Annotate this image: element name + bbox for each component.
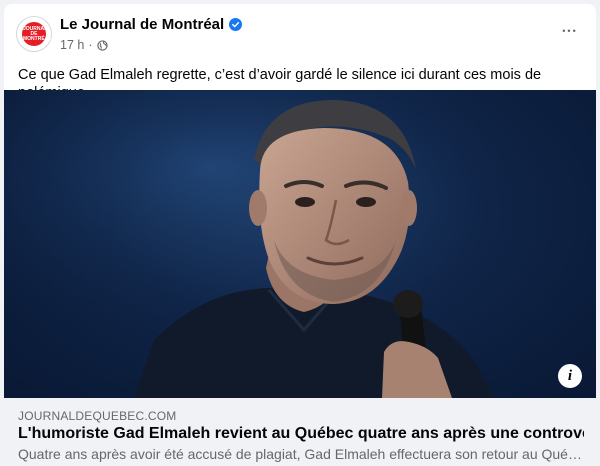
more-options-label: •••	[562, 26, 578, 36]
avatar[interactable]: JOURNAL DE MONTRÉAL	[16, 16, 52, 52]
link-domain: JOURNALDEQUEBEC.COM	[18, 409, 177, 423]
link-description: Quatre ans après avoir été accusé de pla…	[18, 446, 584, 462]
info-icon[interactable]: i	[558, 364, 582, 388]
post-card: JOURNAL DE MONTRÉAL Le Journal de Montré…	[4, 4, 596, 466]
portrait-illustration	[4, 90, 596, 398]
post-header: JOURNAL DE MONTRÉAL Le Journal de Montré…	[4, 4, 596, 60]
avatar-text: JOURNAL DE MONTRÉAL	[23, 25, 52, 42]
link-preview[interactable]: JOURNALDEQUEBEC.COM L'humoriste Gad Elma…	[4, 398, 596, 466]
more-options-icon[interactable]: •••	[558, 22, 582, 40]
avatar-logo: JOURNAL DE MONTRÉAL	[22, 22, 52, 46]
post-meta: 17 h ·	[60, 38, 108, 52]
verified-badge-icon	[229, 18, 243, 31]
info-label: i	[567, 367, 573, 384]
globe-icon[interactable]	[96, 39, 108, 51]
page-name-link[interactable]: Le Journal de Montréal	[60, 16, 224, 33]
post-timestamp[interactable]: 17 h	[60, 38, 84, 52]
post-image[interactable]: i	[4, 90, 596, 398]
meta-separator: ·	[88, 38, 93, 52]
link-headline[interactable]: L'humoriste Gad Elmaleh revient au Québe…	[18, 425, 584, 443]
page-name-row: Le Journal de Montréal	[60, 16, 243, 33]
